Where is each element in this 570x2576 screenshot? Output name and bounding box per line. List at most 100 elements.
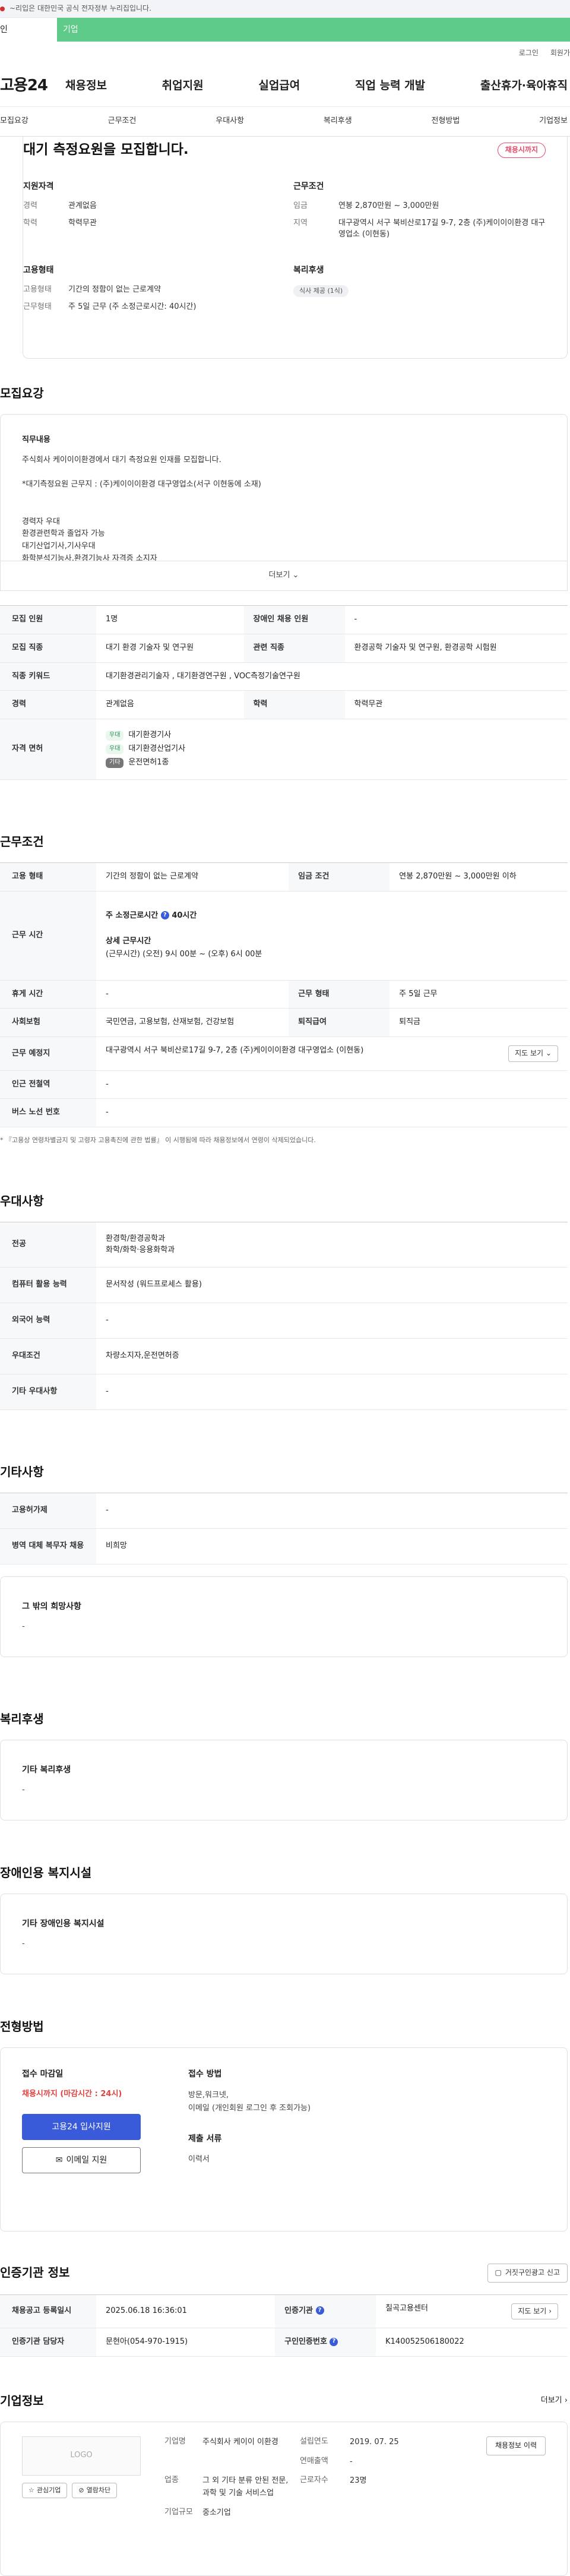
section-title-cert: 인증기관 정보 bbox=[0, 2265, 70, 2280]
section-title-preference: 우대사항 bbox=[0, 1194, 44, 1209]
cert-table: 채용공고 등록일시 2025.06.18 16:36:01 인증기관 ? 칠곡고… bbox=[0, 2294, 568, 2357]
signup-link[interactable]: 회원가 bbox=[550, 48, 570, 58]
table-cell: K140052506180022 bbox=[376, 2328, 568, 2357]
section-title-work: 근무조건 bbox=[0, 834, 44, 849]
table-header: 전공 bbox=[0, 1222, 96, 1268]
agency-cell: 칠곡고용센터 지도 보기 › bbox=[376, 2294, 568, 2329]
star-icon: ☆ bbox=[28, 2486, 34, 2494]
tab-personal[interactable]: 인 bbox=[0, 18, 57, 42]
cert-agency-header: 인증기관 ? bbox=[275, 2294, 376, 2329]
block-company-label: 열람차단 bbox=[86, 2486, 111, 2494]
table-header: 모집 직종 bbox=[0, 634, 96, 663]
login-link[interactable]: 로그인 bbox=[519, 48, 539, 58]
summary-qualification-heading: 지원자격 bbox=[23, 182, 54, 191]
table-cell: - bbox=[96, 1374, 568, 1411]
summary-card: 대기 측정요원을 모집합니다. 채용시까지 지원자격 경력 관계없음 학력 학력무관… bbox=[23, 137, 568, 359]
subnav-benefits[interactable]: 복리후생 bbox=[324, 116, 352, 127]
info-key: 근로자수 bbox=[300, 2476, 328, 2485]
table-header: 우대조건 bbox=[0, 1338, 96, 1375]
hours-main-label: 주 소정근로시간 bbox=[106, 911, 159, 920]
summary-kv-key: 고용형태 bbox=[23, 285, 52, 295]
table-header: 모집 인원 bbox=[0, 605, 96, 634]
deadline-badge: 채용시까지 bbox=[497, 143, 546, 158]
company-info-grid: 기업명 주식회사 케이이 이환경 설립연도 2019. 07. 25 연매출액 … bbox=[164, 2436, 415, 2561]
table-header: 고용 형태 bbox=[0, 862, 96, 892]
subnav-preference[interactable]: 우대사항 bbox=[216, 116, 244, 127]
nav-parental-leave[interactable]: 출산휴가·육아휴직 bbox=[480, 78, 568, 94]
info-key: 기업명 bbox=[164, 2436, 186, 2446]
flag-icon bbox=[0, 6, 5, 11]
disability-value: - bbox=[22, 1939, 25, 1948]
license-tag: 우대 bbox=[106, 731, 124, 741]
company-more-link[interactable]: 더보기 › bbox=[541, 2395, 568, 2407]
benefits-value: - bbox=[22, 1785, 25, 1794]
company-header: 기업정보 더보기 › bbox=[0, 2392, 568, 2410]
subnav-company[interactable]: 기업정보 bbox=[539, 116, 568, 127]
info-value: - bbox=[350, 2457, 353, 2466]
table-header: 근무 형태 bbox=[289, 980, 390, 1009]
table-cell: - bbox=[96, 1070, 568, 1099]
job-content-line: 주식회사 케이이이환경에서 대기 측정요원 인재를 모집합니다. bbox=[22, 455, 221, 464]
table-cell: 차량소지자,운전면허증 bbox=[96, 1338, 568, 1375]
section-title-disability: 장애인용 복지시설 bbox=[0, 1866, 92, 1880]
table-header: 병역 대체 복무자 채용 bbox=[0, 1528, 96, 1565]
summary-kv-value: 기간의 정함이 없는 근로계약 bbox=[68, 285, 161, 295]
agency-value: 칠곡고용센터 bbox=[385, 2303, 428, 2313]
company-more-label: 더보기 bbox=[540, 2395, 562, 2405]
nav-unemployment-benefit[interactable]: 실업급여 bbox=[258, 78, 300, 94]
tab-company[interactable]: 기업 bbox=[57, 18, 570, 42]
table-cell: 환경공학 기술자 및 연구원, 환경공학 시험원 bbox=[344, 634, 568, 663]
table-header: 외국어 능력 bbox=[0, 1303, 96, 1339]
nav-jobs[interactable]: 채용정보 bbox=[65, 78, 107, 94]
table-header: 직종 키워드 bbox=[0, 662, 96, 691]
table-cell: 주 5일 근무 bbox=[390, 980, 568, 1009]
benefits-box: 기타 복리후생 - bbox=[0, 1740, 568, 1821]
subnav-apply[interactable]: 전형방법 bbox=[432, 116, 460, 127]
table-header: 휴게 시간 bbox=[0, 980, 96, 1009]
hours-detail-value: (근무시간) (오전) 9시 00분 ~ (오후) 6시 00분 bbox=[106, 950, 262, 959]
table-header: 근무 시간 bbox=[0, 891, 96, 981]
chevron-right-icon: › bbox=[564, 2395, 568, 2405]
info-icon[interactable]: ? bbox=[315, 2306, 324, 2315]
info-value: 23명 bbox=[350, 2476, 367, 2486]
table-header: 경력 bbox=[0, 690, 96, 720]
subnav-recruit[interactable]: 모집요강 bbox=[0, 116, 28, 127]
info-key: 연매출액 bbox=[300, 2456, 328, 2466]
map-button[interactable]: 지도 보기 › bbox=[511, 2303, 558, 2320]
email-apply-button[interactable]: ✉ 이메일 지원 bbox=[22, 2147, 141, 2174]
report-button-label: 거짓구인광고 신고 bbox=[505, 2268, 560, 2277]
util-links: 로그인 회원가 bbox=[0, 42, 570, 65]
table-header: 장애인 채용 인원 bbox=[243, 605, 345, 634]
summary-employment: 고용형태 고용형태 기간의 정함이 없는 근로계약 근무형태 주 5일 근무 (주 … bbox=[23, 264, 276, 319]
table-cell: 문서작성 (워드프로세스 활용) bbox=[96, 1267, 568, 1304]
more-button[interactable]: 더보기 ⌄ bbox=[0, 561, 568, 591]
apply-button[interactable]: 고용24 입사지원 bbox=[22, 2114, 141, 2141]
site-header: 고용24 채용정보 취업지원 실업급여 직업 능력 개발 출산휴가·육아휴직 bbox=[0, 65, 570, 107]
cert-agency-label: 인증기관 bbox=[284, 2306, 313, 2315]
info-key: 설립연도 bbox=[300, 2436, 328, 2446]
table-cell: 문현아(054-970-1915) bbox=[96, 2328, 276, 2357]
site-logo[interactable]: 고용24 bbox=[0, 75, 65, 97]
map-button[interactable]: 지도 보기 ⌄ bbox=[508, 1045, 558, 1062]
table-cell: 1명 bbox=[96, 605, 244, 634]
info-icon[interactable]: ? bbox=[160, 911, 169, 920]
block-icon: ⊘ bbox=[78, 2486, 84, 2494]
deadline-value: 채용시까지 (마감시간 : 24시) bbox=[22, 2089, 122, 2098]
info-icon[interactable]: ? bbox=[330, 2337, 338, 2346]
info-value: 주식회사 케이이 이환경 bbox=[202, 2437, 278, 2447]
nav-vocational-training[interactable]: 직업 능력 개발 bbox=[355, 78, 425, 94]
nav-employment-support[interactable]: 취업지원 bbox=[162, 78, 204, 94]
summary-qualification: 지원자격 경력 관계없음 학력 학력무관 bbox=[23, 181, 276, 246]
subnav-conditions[interactable]: 근무조건 bbox=[108, 116, 137, 127]
mail-icon: ✉ bbox=[55, 2155, 63, 2166]
table-header: 사회보험 bbox=[0, 1008, 96, 1038]
gov-banner-text: ~리입은 대한민국 공식 전자정부 누리집입니다. bbox=[10, 4, 151, 12]
report-button[interactable]: ▢ 거짓구인광고 신고 bbox=[487, 2264, 568, 2283]
job-history-button[interactable]: 채용정보 이력 bbox=[486, 2436, 546, 2455]
major-cell: 환경학/환경공학과 화학/화학·응용화학과 bbox=[96, 1222, 568, 1268]
docs-heading: 제출 서류 bbox=[188, 2134, 222, 2144]
info-value: 중소기업 bbox=[202, 2508, 231, 2518]
email-apply-label: 이메일 지원 bbox=[66, 2155, 107, 2166]
major-value: 화학/화학·응용화학과 bbox=[106, 1245, 175, 1254]
table-cell: 기간의 정함이 없는 근로계약 bbox=[96, 862, 289, 892]
